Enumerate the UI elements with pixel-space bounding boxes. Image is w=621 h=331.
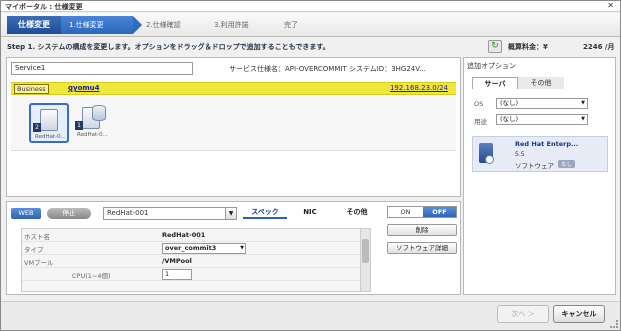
tab-other-options[interactable]: その他: [518, 77, 564, 89]
title-bar: マイポータル : 仕様変更 ✕: [1, 1, 620, 12]
network-bar[interactable]: Business gyomu4 192.168.23.0/24: [11, 82, 456, 95]
web-badge: WEB: [11, 208, 41, 219]
step-3: 3.利用許諾: [214, 21, 249, 29]
chevron-down-icon: ▼: [581, 100, 585, 106]
os-select-value: (なし): [500, 99, 519, 107]
prop-key: タイプ: [24, 246, 44, 254]
prop-key: VMプール: [24, 259, 54, 267]
price-label: 概算料金：¥: [508, 43, 548, 51]
system-config-panel: Service1 サービス仕様名：API-OVERCOMMIT システムID：3…: [6, 57, 461, 197]
on-option[interactable]: ON: [388, 207, 423, 217]
service-name-input[interactable]: Service1: [11, 62, 193, 75]
step-complete: 完了: [284, 21, 298, 29]
software-name: Red Hat Enterp...: [515, 140, 579, 148]
server-area: 2 RedHat-0... 1 RedHat-0...: [11, 96, 456, 151]
spec-properties: ホスト名 RedHat-001 タイプ over_commit3 ▼ VMプール …: [21, 228, 371, 292]
use-select-value: (なし): [500, 115, 519, 123]
tab-server[interactable]: サーバ: [472, 77, 518, 89]
server-icon: [40, 109, 58, 131]
step-2: 2.仕様確認: [146, 21, 181, 29]
cpu-stepper[interactable]: 1: [162, 269, 192, 280]
os-select[interactable]: (なし) ▼: [496, 98, 588, 109]
use-select[interactable]: (なし) ▼: [496, 114, 588, 125]
chevron-down-icon: ▼: [240, 245, 244, 251]
server-count: 2: [33, 123, 41, 132]
prop-row-vmpool: VMプール /VMPool: [22, 255, 362, 268]
type-select[interactable]: over_commit3 ▼: [162, 243, 246, 254]
additional-options-panel: 追加オプション サーバ その他 OS (なし) ▼ 用途 (なし) ▼ Red Ha…: [463, 57, 616, 295]
server-label: RedHat-0...: [35, 134, 66, 140]
server-count: 1: [75, 121, 83, 130]
properties-scrollbar[interactable]: [360, 229, 370, 291]
cpu-value: 1: [165, 270, 170, 278]
server-node-1[interactable]: 2 RedHat-0...: [29, 103, 69, 143]
server-node-2[interactable]: 1 RedHat-0...: [73, 103, 113, 143]
subnet-link[interactable]: 192.168.23.0/24: [390, 84, 448, 92]
step-1: 1.仕様変更: [61, 16, 142, 34]
tab-other[interactable]: その他: [337, 206, 377, 219]
stop-toggle[interactable]: 停止: [47, 208, 91, 219]
network-name-link[interactable]: gyomu4: [68, 84, 100, 92]
server-name-select[interactable]: RedHat-001: [103, 207, 237, 220]
prop-value: /VMPool: [162, 257, 192, 265]
step-main-label: 仕様変更: [7, 16, 61, 34]
disk-icon: [92, 105, 106, 121]
software-detail-button[interactable]: ソフトウェア詳細: [387, 242, 457, 254]
prop-key: ホスト名: [24, 233, 50, 241]
server-label: RedHat-0...: [77, 132, 108, 138]
service-info: サービス仕様名：API-OVERCOMMIT システムID：3HG24V...: [229, 65, 426, 73]
refresh-icon[interactable]: ↻: [488, 40, 502, 53]
resize-grip-icon[interactable]: [610, 320, 618, 328]
close-icon[interactable]: ✕: [607, 1, 614, 10]
type-select-value: over_commit3: [165, 244, 217, 252]
dialog-window: マイポータル : 仕様変更 ✕ 仕様変更 1.仕様変更 2.仕様確認 3.利用許…: [0, 0, 621, 331]
prop-row-cpu: CPU(1~4個) 1: [22, 268, 362, 281]
instruction-text: Step 1. システムの構成を変更します。オプションをドラッグ＆ドロップで追加…: [7, 43, 330, 51]
wizard-steps: 仕様変更 1.仕様変更 2.仕様確認 3.利用許諾 完了: [1, 13, 620, 37]
scrollbar-thumb[interactable]: [362, 239, 369, 263]
price-value: 2246 /月: [583, 43, 615, 51]
options-title: 追加オプション: [467, 62, 516, 70]
tab-spec[interactable]: スペック: [243, 206, 287, 219]
prop-value: RedHat-001: [162, 231, 206, 239]
delete-button[interactable]: 削除: [387, 224, 457, 236]
prop-row-type: タイプ over_commit3 ▼: [22, 242, 362, 255]
next-button[interactable]: 次へ ＞: [497, 305, 549, 323]
prop-row-hostname: ホスト名 RedHat-001: [22, 229, 362, 242]
cancel-button[interactable]: キャンセル: [553, 305, 605, 323]
prop-key: CPU(1~4個): [72, 272, 111, 280]
os-label: OS: [474, 100, 484, 108]
status-badge: なし: [558, 160, 576, 168]
software-type: ソフトウェア: [515, 162, 554, 170]
tab-nic[interactable]: NIC: [295, 206, 325, 219]
use-label: 用途: [474, 118, 487, 126]
window-title: マイポータル : 仕様変更: [5, 3, 83, 11]
on-off-toggle[interactable]: ON OFF: [387, 206, 457, 218]
network-segment-badge: Business: [14, 84, 49, 94]
disc-icon: [485, 155, 494, 164]
software-version: 5.5: [515, 151, 525, 158]
chevron-down-icon: ▼: [581, 116, 585, 122]
chevron-down-icon[interactable]: ▼: [225, 207, 237, 220]
software-option-card[interactable]: Red Hat Enterp... 5.5 ソフトウェア なし: [472, 136, 608, 172]
off-option[interactable]: OFF: [423, 207, 456, 217]
server-detail-panel: WEB 停止 RedHat-001 ▼ スペック NIC その他 ON OFF …: [6, 201, 461, 295]
